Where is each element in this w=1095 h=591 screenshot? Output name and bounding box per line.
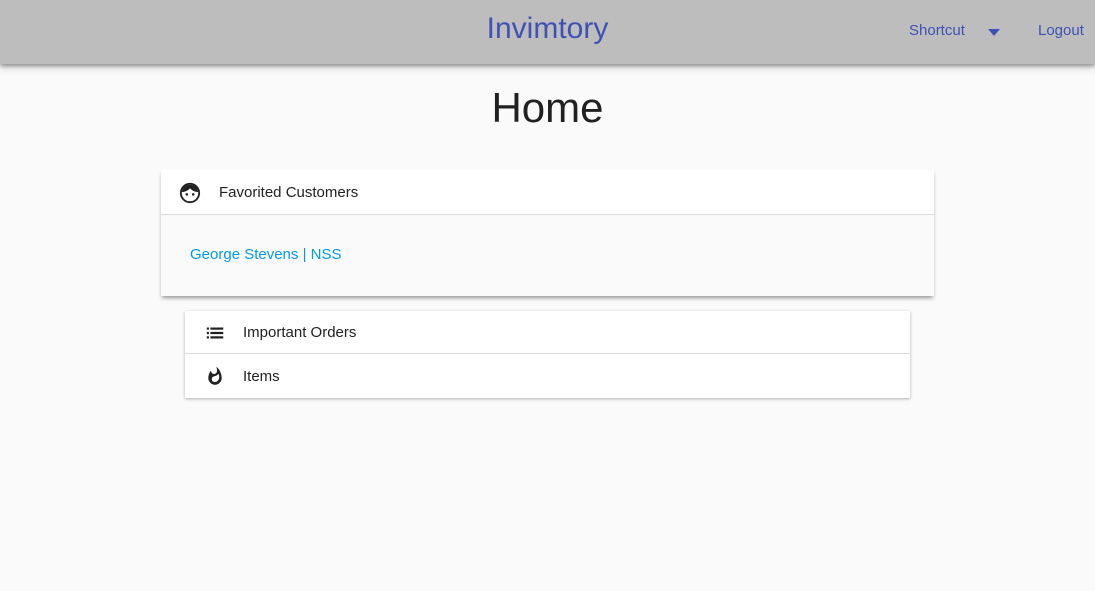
items-item[interactable]: Items [185, 355, 910, 398]
customer-link[interactable]: George Stevens | NSS [190, 246, 341, 263]
page-title: Home [491, 84, 604, 131]
favorited-customers-panel: Favorited Customers George Stevens | NSS [161, 170, 934, 296]
caret-down-icon[interactable] [986, 26, 1002, 38]
face-icon [179, 182, 201, 204]
quick-links-list: Important Orders Items [185, 311, 910, 398]
top-navbar: Invimtory Shortcut Logout [0, 0, 1095, 64]
logout-link[interactable]: Logout [1038, 22, 1084, 42]
whatshot-icon [208, 366, 222, 385]
favorited-customers-header[interactable]: Favorited Customers [161, 170, 934, 215]
important-orders-label: Important Orders [243, 324, 357, 341]
list-icon [206, 327, 224, 339]
important-orders-item[interactable]: Important Orders [185, 311, 910, 354]
favorited-customers-label: Favorited Customers [219, 184, 359, 201]
items-label: Items [243, 368, 280, 385]
shortcut-menu[interactable]: Shortcut [909, 22, 965, 42]
